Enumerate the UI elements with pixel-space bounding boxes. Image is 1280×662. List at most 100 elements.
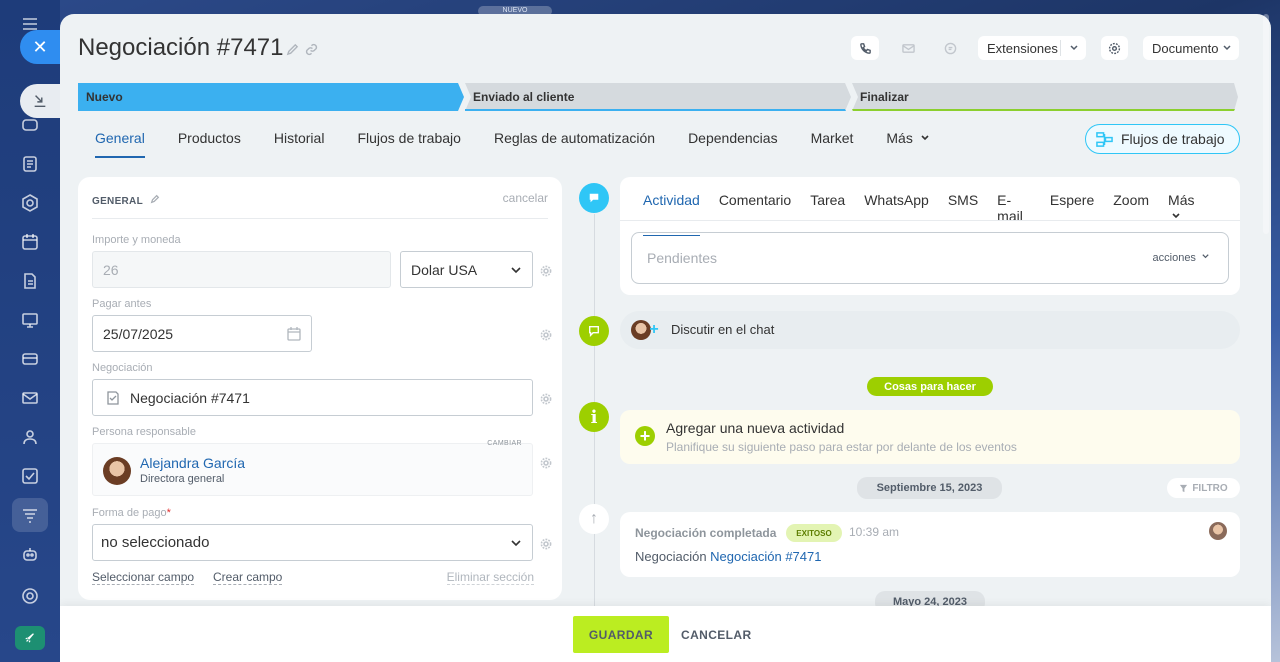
payment-method-select[interactable]: no seleccionado [92, 524, 533, 561]
document-icon[interactable] [18, 269, 42, 293]
select-field-link[interactable]: Seleccionar campo [92, 570, 195, 585]
stage-final[interactable]: Finalizar [852, 83, 1232, 111]
pending-box[interactable]: Pendientes acciones [631, 232, 1229, 284]
contacts-icon[interactable] [18, 425, 42, 449]
filter-icon [1180, 484, 1188, 492]
tasks-icon[interactable] [18, 464, 42, 488]
envelope-icon [901, 43, 915, 53]
actions-dropdown[interactable]: acciones [1153, 252, 1210, 264]
minimize-slider-button[interactable] [20, 84, 60, 118]
tab-market[interactable]: Market [811, 130, 854, 156]
field-settings-icon[interactable] [540, 264, 552, 277]
pencil-icon[interactable] [150, 194, 160, 204]
page-title: Negociación #7471 [78, 34, 284, 61]
feed-icon[interactable] [18, 152, 42, 176]
filter-button[interactable]: FILTRO [1167, 478, 1240, 498]
settings-button[interactable] [1101, 36, 1128, 60]
deal-field[interactable]: Negociación #7471 [92, 379, 533, 416]
calendar-icon[interactable] [287, 326, 301, 341]
tab-workflows[interactable]: Flujos de trabajo [357, 130, 461, 156]
activity-editor-card: Actividad Comentario Tarea WhatsApp SMS … [620, 177, 1240, 295]
avatar [1209, 522, 1227, 540]
stage-new[interactable]: Nuevo [78, 83, 458, 111]
discuss-chat-row[interactable]: + Discutir en el chat [620, 311, 1240, 349]
delete-section-link[interactable]: Eliminar sección [446, 570, 534, 585]
stage-sent[interactable]: Enviado al cliente [465, 83, 845, 111]
chat-icon [589, 326, 599, 337]
workflows-button[interactable]: Flujos de trabajo [1085, 124, 1240, 154]
section-title: GENERAL [92, 194, 160, 207]
card-icon[interactable] [18, 347, 42, 371]
add-activity-title: Agregar una nueva actividad [666, 420, 845, 436]
tab-automation-rules[interactable]: Reglas de automatización [494, 130, 655, 156]
responsible-box: CAMBIAR Alejandra García Directora gener… [92, 440, 533, 496]
tab-dependencies[interactable]: Dependencias [688, 130, 778, 156]
divider [620, 220, 1240, 221]
add-circle-icon[interactable]: + [635, 426, 655, 446]
workflow-icon [1096, 131, 1113, 147]
todo-badge: Cosas para hacer [867, 377, 993, 396]
chevron-down-icon [1223, 45, 1231, 51]
field-settings-icon[interactable] [540, 392, 552, 405]
activity-bubble [579, 183, 609, 213]
edit-title-icon[interactable] [286, 43, 299, 56]
minimize-icon [34, 95, 46, 108]
cancel-edit-link[interactable]: cancelar [503, 191, 548, 205]
currency-select[interactable]: Dolar USA [400, 251, 533, 288]
settings-icon[interactable] [18, 584, 42, 608]
chevron-down-icon [921, 135, 929, 141]
document-label: Documento [1152, 40, 1219, 56]
field-settings-icon[interactable] [540, 456, 552, 469]
tab-general[interactable]: General [95, 130, 145, 158]
event-card: Negociación completada EXITOSO 10:39 am … [620, 512, 1240, 577]
crm-funnel-icon[interactable] [18, 503, 42, 527]
footer-bar: GUARDAR CANCELAR [60, 606, 1271, 662]
message-icon [589, 193, 599, 203]
add-activity-card[interactable]: + Agregar una nueva actividad Planifique… [620, 410, 1240, 464]
general-section-card: GENERAL cancelar Importe y moneda 26 Dol… [78, 177, 562, 600]
mail-icon[interactable] [18, 386, 42, 410]
email-button[interactable] [894, 36, 922, 60]
change-responsible-link[interactable]: CAMBIAR [487, 440, 522, 447]
tab-more-label: Más [886, 130, 913, 146]
chat-button[interactable] [936, 36, 964, 60]
info-icon: i [579, 402, 609, 432]
chevron-down-icon [511, 539, 521, 546]
robot-icon[interactable] [18, 542, 42, 566]
event-text: Negociación Negociación #7471 [635, 549, 822, 564]
payment-method-label: Forma de pago* [92, 507, 171, 519]
hexagon-icon[interactable] [18, 191, 42, 215]
field-settings-icon[interactable] [540, 328, 552, 341]
divider [92, 218, 548, 219]
field-settings-icon[interactable] [540, 537, 552, 550]
responsible-name[interactable]: Alejandra García [140, 455, 245, 471]
stage-bar: Nuevo Enviado al cliente Finalizar [78, 83, 1238, 111]
plus-icon: + [649, 321, 659, 338]
call-button[interactable] [851, 36, 879, 60]
deal-doc-icon [107, 390, 119, 405]
extensions-dropdown[interactable]: Extensiones [978, 36, 1086, 60]
calendar-icon[interactable] [18, 230, 42, 254]
tab-products[interactable]: Productos [178, 130, 241, 156]
save-button[interactable]: GUARDAR [573, 616, 669, 653]
scrollbar[interactable] [1263, 14, 1269, 234]
create-field-link[interactable]: Crear campo [213, 570, 283, 585]
chat-bubble [579, 316, 609, 346]
copy-link-icon[interactable] [305, 43, 318, 56]
event-deal-link[interactable]: Negociación #7471 [710, 549, 821, 564]
tab-history[interactable]: Historial [274, 130, 325, 156]
board-icon[interactable] [18, 308, 42, 332]
close-slider-button[interactable]: ✕ [20, 30, 60, 64]
tab-more[interactable]: Más [886, 130, 929, 156]
avatar [103, 457, 131, 485]
deal-label: Negociación [92, 362, 153, 374]
amount-input[interactable]: 26 [92, 251, 391, 288]
document-dropdown[interactable]: Documento [1143, 36, 1239, 60]
pay-before-date-input[interactable]: 25/07/2025 [92, 315, 312, 352]
cancel-button[interactable]: CANCELAR [681, 628, 752, 642]
rocket-icon[interactable] [15, 626, 45, 650]
event-title: Negociación completada [635, 526, 777, 540]
chat-bubble-icon [944, 42, 956, 54]
phone-icon [859, 42, 871, 54]
pay-before-value: 25/07/2025 [103, 325, 174, 342]
